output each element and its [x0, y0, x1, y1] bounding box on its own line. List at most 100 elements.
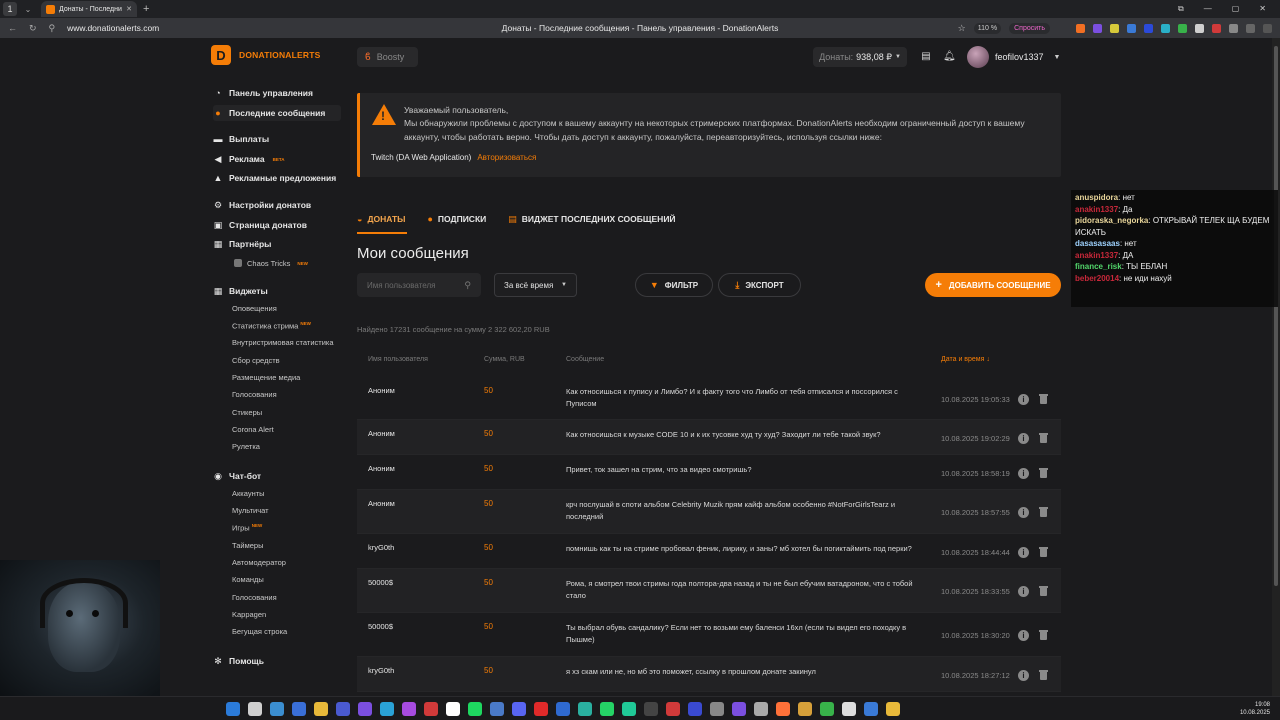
boosty-button[interactable]: ϐ Boosty: [357, 47, 418, 67]
taskbar-app-icon[interactable]: [468, 702, 482, 716]
puzzle-icon[interactable]: [1246, 23, 1255, 33]
sidebar-sub-alerts[interactable]: Оповещения: [232, 304, 277, 316]
taskbar-app-icon[interactable]: [512, 702, 526, 716]
taskbar-app-icon[interactable]: [754, 702, 768, 716]
info-icon[interactable]: i: [1018, 468, 1029, 479]
sidebar-item-chatbot[interactable]: ◉ Чат-бот: [213, 468, 261, 484]
download-icon[interactable]: [1263, 23, 1272, 33]
info-icon[interactable]: i: [1018, 433, 1029, 444]
taskbar-app-icon[interactable]: [820, 702, 834, 716]
export-button[interactable]: ⤓ ЭКСПОРТ: [718, 273, 801, 297]
authorize-link[interactable]: Авторизоваться: [477, 153, 536, 162]
taskbar-app-icon[interactable]: [842, 702, 856, 716]
extensions-icon[interactable]: ⧉: [1178, 4, 1184, 14]
extension-blue-icon[interactable]: [1127, 23, 1136, 33]
taskbar-app-icon[interactable]: [556, 702, 570, 716]
minimize-icon[interactable]: —: [1204, 4, 1212, 14]
page-scrollbar[interactable]: [1272, 38, 1280, 696]
trash-icon[interactable]: [1039, 394, 1048, 404]
back-icon[interactable]: ←: [8, 23, 17, 34]
wallet-icon[interactable]: ▤: [920, 51, 932, 63]
sidebar-item-ads[interactable]: ◀ Реклама BETA: [213, 151, 285, 167]
row-user[interactable]: 50000$: [368, 578, 393, 587]
sidebar-sub-polls[interactable]: Голосования: [232, 390, 277, 402]
taskbar-app-icon[interactable]: [578, 702, 592, 716]
sidebar-sub-chat-polls[interactable]: Голосования: [232, 593, 277, 605]
scrollbar-thumb[interactable]: [1274, 46, 1278, 586]
sidebar-sub-instream-stats[interactable]: Внутристримовая статистика: [232, 338, 334, 350]
sidebar-sub-commands[interactable]: Команды: [232, 575, 264, 587]
extension-cyan-icon[interactable]: [1161, 23, 1170, 33]
sidebar-sub-chaos-tricks[interactable]: Chaos Tricks NEW: [234, 257, 308, 269]
taskbar-app-icon[interactable]: [798, 702, 812, 716]
donations-balance[interactable]: Донаты: 938,08 ₽ ▼: [813, 47, 907, 67]
taskbar-app-icon[interactable]: [402, 702, 416, 716]
extension-white-icon[interactable]: [1195, 23, 1204, 33]
row-user[interactable]: kryG0th: [368, 543, 394, 552]
search-input[interactable]: Имя пользователя ⚲: [357, 273, 481, 297]
col-amount[interactable]: Сумма, RUB: [484, 356, 525, 363]
close-window-icon[interactable]: ✕: [1259, 4, 1266, 14]
taskbar-app-icon[interactable]: [732, 702, 746, 716]
row-user[interactable]: kryG0th: [368, 666, 394, 675]
taskbar-app-icon[interactable]: [336, 702, 350, 716]
sidebar-sub-stickers[interactable]: Стикеры: [232, 408, 262, 420]
extension-darkblue-icon[interactable]: [1144, 23, 1153, 33]
trash-icon[interactable]: [1039, 586, 1048, 596]
sidebar-sub-games[interactable]: Игры NEW: [232, 523, 262, 535]
sidebar-item-dashboard[interactable]: ◔ Панель управления: [213, 85, 313, 101]
taskbar-app-icon[interactable]: [226, 702, 240, 716]
trash-icon[interactable]: [1039, 433, 1048, 443]
sidebar-sub-multichat[interactable]: Мультичат: [232, 506, 269, 518]
row-user[interactable]: 50000$: [368, 622, 393, 631]
taskbar-app-icon[interactable]: [490, 702, 504, 716]
extension-grey-icon[interactable]: [1229, 23, 1238, 33]
taskbar-app-icon[interactable]: [534, 702, 548, 716]
bell-icon[interactable]: 🔔︎: [943, 51, 956, 63]
extension-soundcloud-icon[interactable]: [1076, 23, 1085, 33]
ask-button[interactable]: Спросить: [1009, 22, 1050, 34]
add-message-button[interactable]: + ДОБАВИТЬ СООБЩЕНИЕ: [925, 273, 1061, 297]
sidebar-item-partners[interactable]: ▦ Партнёры: [213, 236, 272, 252]
taskbar-app-icon[interactable]: [446, 702, 460, 716]
taskbar-app-icon[interactable]: [248, 702, 262, 716]
sidebar-item-widgets[interactable]: ▦ Виджеты: [213, 283, 268, 299]
chevron-down-icon[interactable]: ⌄: [21, 5, 35, 14]
taskbar-app-icon[interactable]: [622, 702, 636, 716]
sidebar-item-help[interactable]: ✻ Помощь: [213, 653, 264, 669]
row-user[interactable]: Аноним: [368, 499, 395, 508]
extension-red-icon[interactable]: [1212, 23, 1221, 33]
url-field[interactable]: www.donationalerts.com: [67, 23, 307, 33]
row-user[interactable]: Аноним: [368, 464, 395, 473]
workspace-badge[interactable]: 1: [3, 2, 17, 16]
info-icon[interactable]: i: [1018, 547, 1029, 558]
sidebar-sub-corona-alert[interactable]: Corona Alert: [232, 425, 274, 437]
info-icon[interactable]: i: [1018, 586, 1029, 597]
col-date-sort[interactable]: Дата и время ↓: [941, 356, 990, 363]
row-user[interactable]: Аноним: [368, 429, 395, 438]
trash-icon[interactable]: [1039, 468, 1048, 478]
browser-tab[interactable]: Донаты - Последние с ✕: [41, 1, 137, 17]
info-icon[interactable]: i: [1018, 394, 1029, 405]
new-tab-icon[interactable]: +: [143, 3, 149, 15]
extension-green-icon[interactable]: [1178, 23, 1187, 33]
taskbar-app-icon[interactable]: [886, 702, 900, 716]
taskbar-app-icon[interactable]: [380, 702, 394, 716]
info-icon[interactable]: i: [1018, 507, 1029, 518]
taskbar-app-icon[interactable]: [270, 702, 284, 716]
tab-subscriptions[interactable]: ● ПОДПИСКИ: [427, 212, 486, 226]
taskbar-app-icon[interactable]: [666, 702, 680, 716]
sidebar-sub-timers[interactable]: Таймеры: [232, 541, 264, 553]
logo[interactable]: D DONATIONALERTS: [211, 45, 321, 65]
close-icon[interactable]: ✕: [126, 5, 132, 13]
sidebar-item-donation-page[interactable]: ▣ Страница донатов: [213, 217, 307, 233]
taskbar-app-icon[interactable]: [864, 702, 878, 716]
tab-donations[interactable]: ◒ ДОНАТЫ: [357, 212, 405, 226]
maximize-icon[interactable]: ▢: [1232, 4, 1240, 14]
trash-icon[interactable]: [1039, 630, 1048, 640]
taskbar-app-icon[interactable]: [292, 702, 306, 716]
extension-yellow-icon[interactable]: [1110, 23, 1119, 33]
sidebar-sub-ticker[interactable]: Бегущая строка: [232, 627, 287, 639]
bookmark-icon[interactable]: ☆: [958, 23, 966, 34]
period-select[interactable]: За всё время ▼: [494, 273, 577, 297]
